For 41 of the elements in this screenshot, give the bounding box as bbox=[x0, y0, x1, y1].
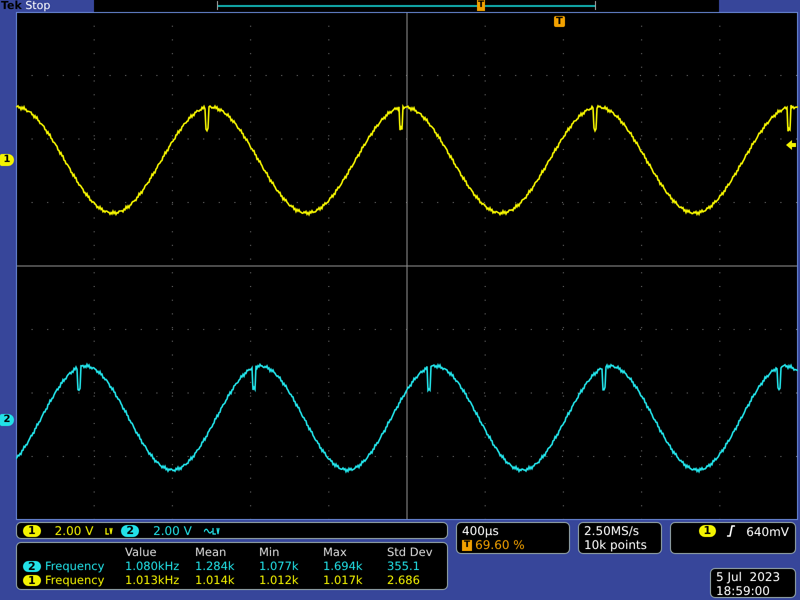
trigger-level: 640mV bbox=[746, 525, 789, 539]
measurement-value: 1.077k bbox=[259, 559, 300, 573]
measurement-value: 1.284k bbox=[195, 559, 236, 573]
trigger-level-arrow-icon bbox=[786, 140, 796, 150]
column-header: Value bbox=[125, 545, 158, 559]
rising-edge-icon bbox=[726, 525, 736, 537]
vertical-scale: 2.00 V bbox=[54, 524, 94, 538]
trigger-marker: T bbox=[554, 16, 565, 27]
trigger-source-badge: 1 bbox=[698, 525, 716, 537]
column-header: Max bbox=[323, 545, 348, 559]
bandwidth-icon bbox=[105, 526, 114, 534]
trigger-position-marker: T bbox=[477, 0, 486, 11]
bandwidth-icon bbox=[204, 526, 220, 534]
channel-badge: 1 bbox=[23, 574, 41, 586]
measurement-value: 1.080kHz bbox=[125, 559, 180, 573]
channel-badge: 1 bbox=[23, 524, 41, 536]
time: 18:59:00 bbox=[716, 584, 771, 598]
sample-rate: 2.50MS/s bbox=[584, 524, 640, 538]
channel-marker[interactable]: 2 bbox=[0, 414, 14, 426]
horizontal-position: 69.60 % bbox=[475, 538, 525, 552]
column-header: Mean bbox=[195, 545, 228, 559]
measurement-value: 2.686 bbox=[387, 573, 421, 587]
channel-marker[interactable]: 1 bbox=[0, 154, 14, 166]
record-length: 10k points bbox=[584, 538, 648, 552]
channel-badge: 2 bbox=[23, 560, 41, 572]
column-header: Min bbox=[259, 545, 280, 559]
measurement-name: Frequency bbox=[45, 559, 106, 573]
status-label: Tek Stop bbox=[0, 0, 52, 12]
column-header: Std Dev bbox=[387, 545, 434, 559]
channel-badge: 2 bbox=[121, 524, 140, 536]
measurement-value: 1.014k bbox=[195, 573, 236, 587]
measurement-value: 1.012k bbox=[259, 573, 300, 587]
date: 5 Jul 2023 bbox=[716, 570, 782, 584]
measurement-value: 355.1 bbox=[387, 559, 421, 573]
trigger-icon: T bbox=[462, 540, 472, 550]
measurement-value: 1.013kHz bbox=[125, 573, 180, 587]
measurement-value: 1.017k bbox=[323, 573, 364, 587]
measurement-value: 1.694k bbox=[323, 559, 364, 573]
vertical-scale: 2.00 V bbox=[153, 524, 192, 538]
measurement-name: Frequency bbox=[45, 573, 106, 587]
time-scale: 400µs bbox=[462, 524, 500, 538]
